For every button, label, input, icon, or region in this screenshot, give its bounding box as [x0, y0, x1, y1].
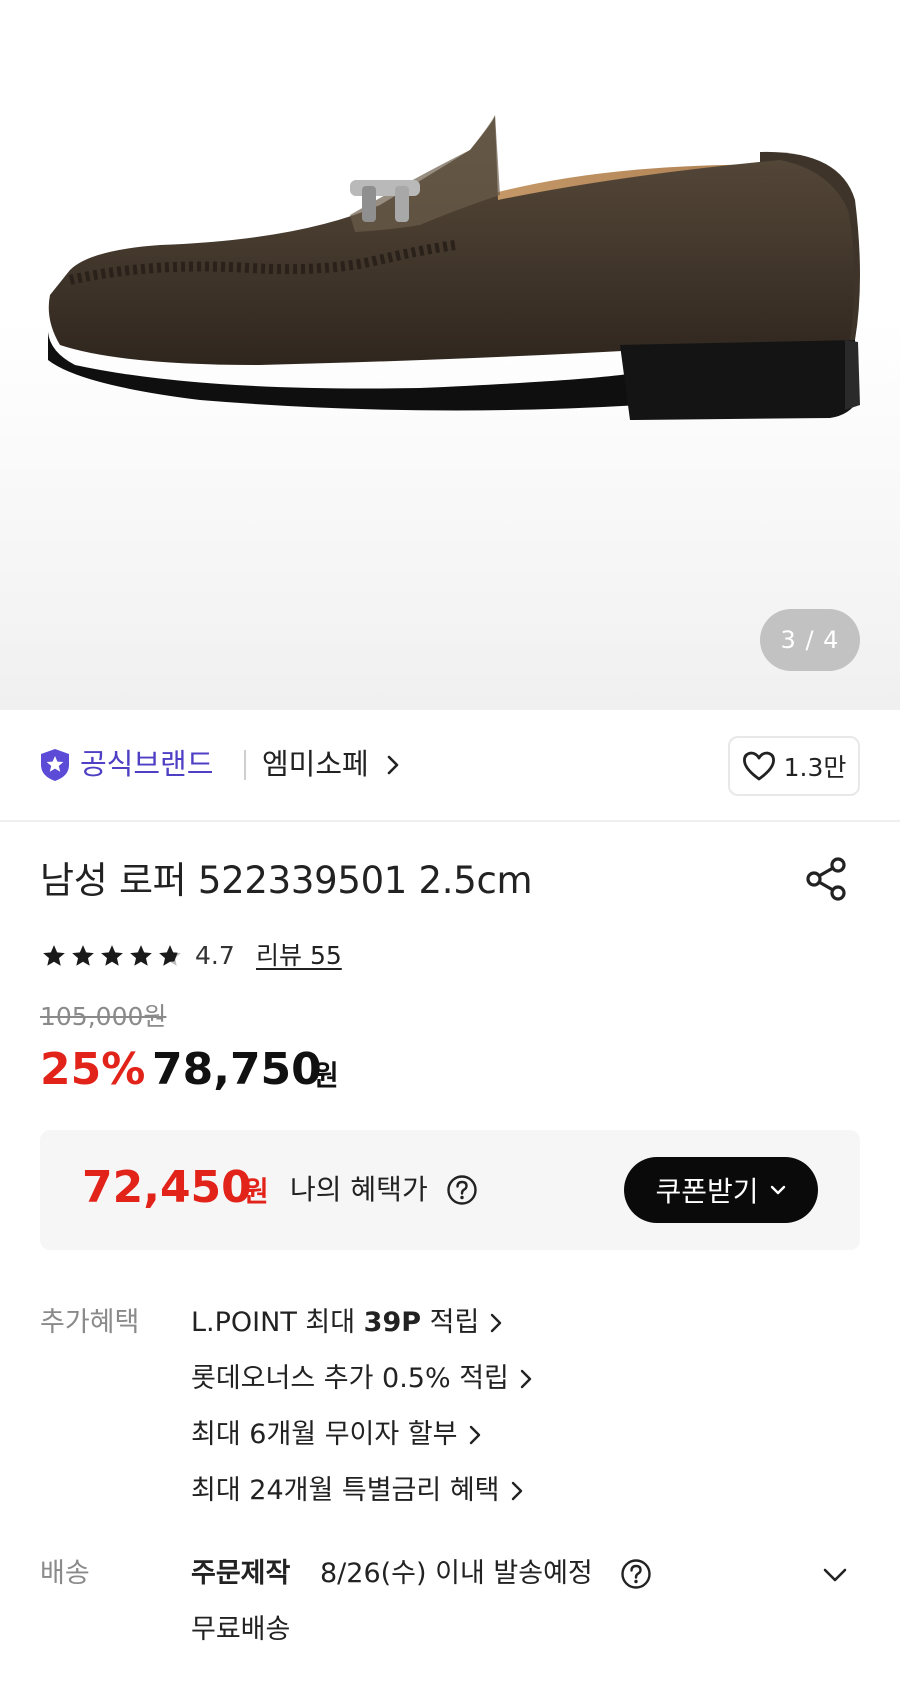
brand-name: 엠미소페 [262, 747, 369, 781]
coupon-download-button[interactable]: 쿠폰받기 [624, 1157, 818, 1223]
heart-icon [742, 751, 775, 781]
chevron-down-icon [770, 1185, 785, 1195]
benefit-installment[interactable]: 최대 6개월 무이자 할부 [191, 1415, 482, 1455]
help-icon[interactable] [620, 1558, 652, 1590]
sale-price: 78,750 [152, 1044, 322, 1095]
product-image [48, 115, 860, 420]
benefit-text: 최대 24개월 특별금리 혜택 [191, 1475, 500, 1506]
extra-benefits-label: 추가혜택 [40, 1307, 140, 1338]
original-price: 105,000원 [40, 1002, 167, 1031]
shipping-date: 8/26(수) 이내 발송예정 [320, 1558, 593, 1589]
benefit-points: 39P [363, 1307, 422, 1338]
shipping-label: 배송 [40, 1558, 90, 1589]
chevron-right-icon [520, 1369, 532, 1389]
benefit-text: L.POINT 최대 [191, 1307, 364, 1338]
review-link[interactable]: 리뷰 55 [256, 938, 342, 974]
benefit-price-currency: 원 [243, 1175, 269, 1208]
star-half-icon [159, 945, 181, 966]
official-brand-label: 공식브랜드 [80, 747, 214, 781]
star-icon [43, 945, 65, 966]
star-icon [101, 945, 123, 966]
star-icon [130, 945, 152, 966]
product-title: 남성 로퍼 522339501 2.5cm [40, 859, 533, 902]
shipping-fee: 무료배송 [191, 1614, 291, 1645]
coupon-button-label: 쿠폰받기 [655, 1175, 759, 1208]
discount-rate: 25% [40, 1044, 146, 1095]
help-icon[interactable] [446, 1174, 478, 1206]
benefit-text: 롯데오너스 추가 0.5% 적립 [191, 1363, 509, 1394]
chevron-down-icon[interactable] [820, 1560, 850, 1590]
brand-link[interactable]: 엠미소페 [262, 742, 400, 786]
benefit-special-rate[interactable]: 최대 24개월 특별금리 혜택 [191, 1471, 524, 1511]
like-button[interactable]: 1.3만 [728, 736, 860, 796]
star-rating [40, 943, 184, 969]
official-badge-icon [41, 749, 69, 781]
share-icon[interactable] [803, 856, 849, 902]
benefit-text: 최대 6개월 무이자 할부 [191, 1419, 458, 1450]
chevron-right-icon [387, 755, 399, 775]
chevron-right-icon [491, 1313, 502, 1333]
sale-price-currency: 원 [313, 1059, 339, 1092]
shipping-type: 주문제작 [191, 1558, 291, 1589]
chevron-right-icon [511, 1481, 522, 1501]
rating-score: 4.7 [195, 941, 235, 970]
benefit-price-label: 나의 혜택가 [290, 1173, 428, 1206]
like-count: 1.3만 [783, 753, 847, 782]
benefit-suffix: 적립 [421, 1307, 480, 1338]
divider [244, 750, 246, 780]
benefit-lpoint[interactable]: L.POINT 최대 39P 적립 [191, 1303, 503, 1343]
product-image-gallery[interactable]: 3 / 4 [0, 0, 900, 710]
image-pager: 3 / 4 [760, 609, 860, 671]
benefit-price: 72,450 [82, 1162, 252, 1213]
star-icon [72, 945, 94, 966]
benefit-lotte-owners[interactable]: 롯데오너스 추가 0.5% 적립 [191, 1359, 533, 1399]
chevron-right-icon [469, 1425, 480, 1445]
